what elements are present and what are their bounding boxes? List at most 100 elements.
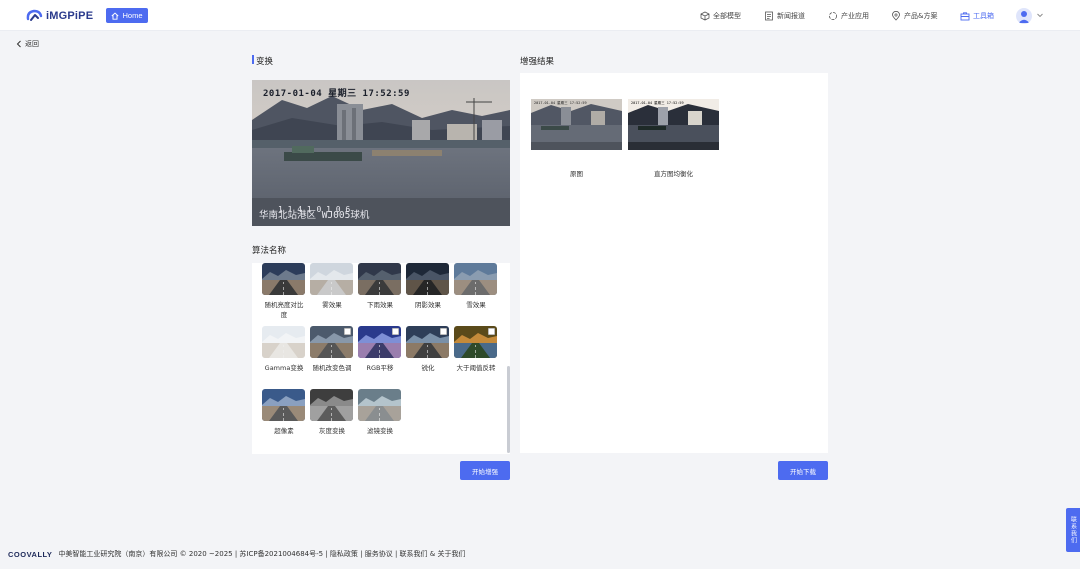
road-image <box>310 263 353 295</box>
result-thumbnail: 2017-01-04 星期三 17:52:59 <box>531 99 622 150</box>
industry-icon <box>829 11 837 20</box>
result-histogram-equalization[interactable]: 2017-01-04 星期三 17:52:59 直方图均衡化 <box>628 99 719 178</box>
algorithm-label: 雾效果 <box>322 301 342 309</box>
result-label: 原图 <box>570 170 583 178</box>
source-image: 2017-01-04 星期三 17:52:59 华南北站港区 WJ005球机 1… <box>252 80 510 226</box>
road-image <box>454 263 497 295</box>
algorithms-title: 算法名称 <box>252 246 287 256</box>
algorithm-tile[interactable]: 灰度变换 <box>310 389 354 436</box>
algorithm-thumbnail <box>262 389 305 421</box>
back-button[interactable]: 返回 <box>16 39 39 49</box>
algorithm-checkbox[interactable] <box>344 328 351 335</box>
timestamp-overlay: 2017-01-04 星期三 17:52:59 <box>263 89 410 99</box>
camera-id-overlay: 1 1 4 1 0 1 0 6 <box>278 205 351 214</box>
cube-icon <box>700 11 710 20</box>
algorithm-thumbnail <box>406 263 449 295</box>
transform-title: 变换 <box>256 57 274 67</box>
algorithm-thumbnail <box>310 326 353 358</box>
user-icon <box>1018 11 1030 23</box>
algorithm-label: 灰度变换 <box>319 427 345 435</box>
nav-products[interactable]: 产品&方案 <box>891 9 937 22</box>
algorithm-label: 下雨效果 <box>367 301 393 309</box>
results-panel: 2017-01-04 星期三 17:52:59 原图 2017-01-04 星期… <box>520 73 828 453</box>
algorithm-tile[interactable]: 随机亮度对比度 <box>262 263 306 320</box>
algorithm-checkbox[interactable] <box>488 328 495 335</box>
algorithm-label: 随机改变色调 <box>312 364 352 372</box>
start-download-button[interactable]: 开始下载 <box>778 461 828 480</box>
algorithm-thumbnail <box>310 263 353 295</box>
algorithm-tile[interactable]: 雪效果 <box>454 263 498 310</box>
location-pin-icon <box>892 10 900 21</box>
algorithm-thumbnail <box>454 326 497 358</box>
svg-text:2017-01-04 星期三 17:52:59: 2017-01-04 星期三 17:52:59 <box>631 100 684 105</box>
road-image <box>310 389 353 421</box>
algorithm-label: RGB平移 <box>366 364 394 372</box>
algorithm-thumbnail <box>358 263 401 295</box>
footer-brand: COOVALLY <box>8 549 53 559</box>
algorithm-tile[interactable]: Gamma变换 <box>262 326 306 373</box>
algorithm-label: 雪效果 <box>466 301 486 309</box>
road-image <box>358 389 401 421</box>
algorithm-tile[interactable]: 滤镜变换 <box>358 389 402 436</box>
algorithm-label: 超像素 <box>274 427 294 435</box>
nav-label: 产品&方案 <box>904 11 938 20</box>
road-image <box>262 326 305 358</box>
algorithm-checkbox[interactable] <box>392 328 399 335</box>
algorithm-tile[interactable]: 随机改变色调 <box>310 326 354 373</box>
road-image <box>262 389 305 421</box>
algorithm-checkbox[interactable] <box>440 328 447 335</box>
svg-text:2017-01-04 星期三 17:52:59: 2017-01-04 星期三 17:52:59 <box>534 100 587 105</box>
chevron-left-icon <box>16 40 21 48</box>
nav-toolbox[interactable]: 工具箱 <box>960 9 994 22</box>
algorithm-tile[interactable]: 下雨效果 <box>358 263 402 310</box>
algorithm-label: 大于阈值反转 <box>456 364 496 372</box>
algorithm-label: 锐化 <box>421 364 435 372</box>
algorithm-thumbnail <box>358 389 401 421</box>
toolbox-icon <box>960 11 970 20</box>
algorithm-thumbnail <box>454 263 497 295</box>
nav-label: 新闻报道 <box>777 11 805 20</box>
start-enhance-button[interactable]: 开始增强 <box>460 461 510 480</box>
nav-industry[interactable]: 产业应用 <box>828 9 869 22</box>
nav-all-models[interactable]: 全部模型 <box>700 9 741 22</box>
home-button[interactable]: Home <box>106 8 148 23</box>
algorithm-thumbnail <box>406 326 449 358</box>
back-label: 返回 <box>25 40 39 48</box>
result-thumbnail: 2017-01-04 星期三 17:52:59 <box>628 99 719 150</box>
footer: COOVALLY 中美智能工业研究院（南京）有限公司 © 2020 ~2025 … <box>8 549 465 559</box>
nav-label: 工具箱 <box>973 11 994 20</box>
footer-text: 中美智能工业研究院（南京）有限公司 © 2020 ~2025 | 苏ICP备20… <box>58 550 466 558</box>
result-label: 直方图均衡化 <box>654 170 693 178</box>
home-label: Home <box>122 11 143 20</box>
nav-label: 产业应用 <box>841 11 869 20</box>
algorithm-tile[interactable]: 大于阈值反转 <box>454 326 498 373</box>
road-image <box>406 263 449 295</box>
algorithm-scrollbar[interactable] <box>507 366 510 453</box>
avatar[interactable] <box>1016 8 1032 24</box>
top-nav-bar: iMGPiPE Home 全部模型 新闻报道 产业应用 产品&方案 工具箱 <box>0 0 1080 31</box>
algorithm-label: Gamma变换 <box>264 364 304 372</box>
home-icon <box>111 12 120 20</box>
section-accent-bar <box>252 55 254 64</box>
result-original[interactable]: 2017-01-04 星期三 17:52:59 原图 <box>531 99 622 178</box>
algorithm-label: 阴影效果 <box>415 301 441 309</box>
algorithm-tile[interactable]: 锐化 <box>406 326 450 373</box>
algorithm-tile[interactable]: 雾效果 <box>310 263 354 310</box>
algorithm-thumbnail <box>262 263 305 295</box>
news-icon <box>765 11 773 20</box>
algorithm-thumbnail <box>310 389 353 421</box>
road-image <box>262 263 305 295</box>
results-title: 增强结果 <box>520 57 555 67</box>
algorithm-thumbnail <box>262 326 305 358</box>
logo-text: iMGPiPE <box>46 9 94 22</box>
contact-us-tab[interactable]: 联系我们 <box>1066 508 1080 552</box>
algorithm-tile[interactable]: 阴影效果 <box>406 263 450 310</box>
logo-icon <box>26 9 43 21</box>
algorithm-tile[interactable]: RGB平移 <box>358 326 402 373</box>
nav-news[interactable]: 新闻报道 <box>764 9 805 22</box>
algorithm-tile[interactable]: 超像素 <box>262 389 306 436</box>
algorithm-label: 滤镜变换 <box>367 427 393 435</box>
logo[interactable]: iMGPiPE <box>26 7 93 24</box>
algorithm-label: 随机亮度对比度 <box>264 301 304 319</box>
chevron-down-icon[interactable] <box>1036 11 1044 19</box>
